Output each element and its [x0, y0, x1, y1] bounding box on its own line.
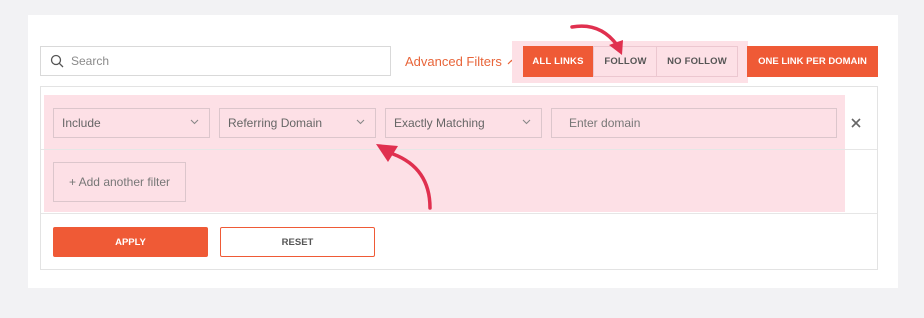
close-icon[interactable]: [848, 115, 864, 131]
filter-mode-value: Include: [62, 116, 101, 130]
search-box[interactable]: [40, 46, 391, 76]
filter-field-select[interactable]: Referring Domain: [219, 108, 376, 138]
filter-field-value: Referring Domain: [228, 116, 323, 130]
domain-field[interactable]: [551, 108, 837, 138]
annotation-arrow-filter: [376, 144, 432, 210]
no-follow-button[interactable]: NO FOLLOW: [656, 46, 738, 77]
reset-button[interactable]: RESET: [220, 227, 375, 257]
advanced-filters-toggle[interactable]: Advanced Filters: [405, 54, 516, 69]
search-icon: [50, 54, 64, 68]
annotation-arrow-follow: [570, 24, 623, 55]
domain-input[interactable]: [567, 115, 821, 131]
apply-button[interactable]: APPLY: [53, 227, 208, 257]
chevron-down-icon: [522, 119, 531, 125]
filter-match-value: Exactly Matching: [394, 116, 485, 130]
actions-divider: [41, 213, 877, 214]
filter-match-select[interactable]: Exactly Matching: [385, 108, 542, 138]
row-divider: [41, 149, 877, 150]
advanced-filters-label: Advanced Filters: [405, 54, 502, 69]
filter-mode-select[interactable]: Include: [53, 108, 210, 138]
add-filter-button[interactable]: + Add another filter: [53, 162, 186, 202]
search-input[interactable]: [69, 53, 373, 69]
chevron-down-icon: [190, 119, 199, 125]
one-link-per-domain-button[interactable]: ONE LINK PER DOMAIN: [747, 46, 878, 77]
chevron-down-icon: [356, 119, 365, 125]
